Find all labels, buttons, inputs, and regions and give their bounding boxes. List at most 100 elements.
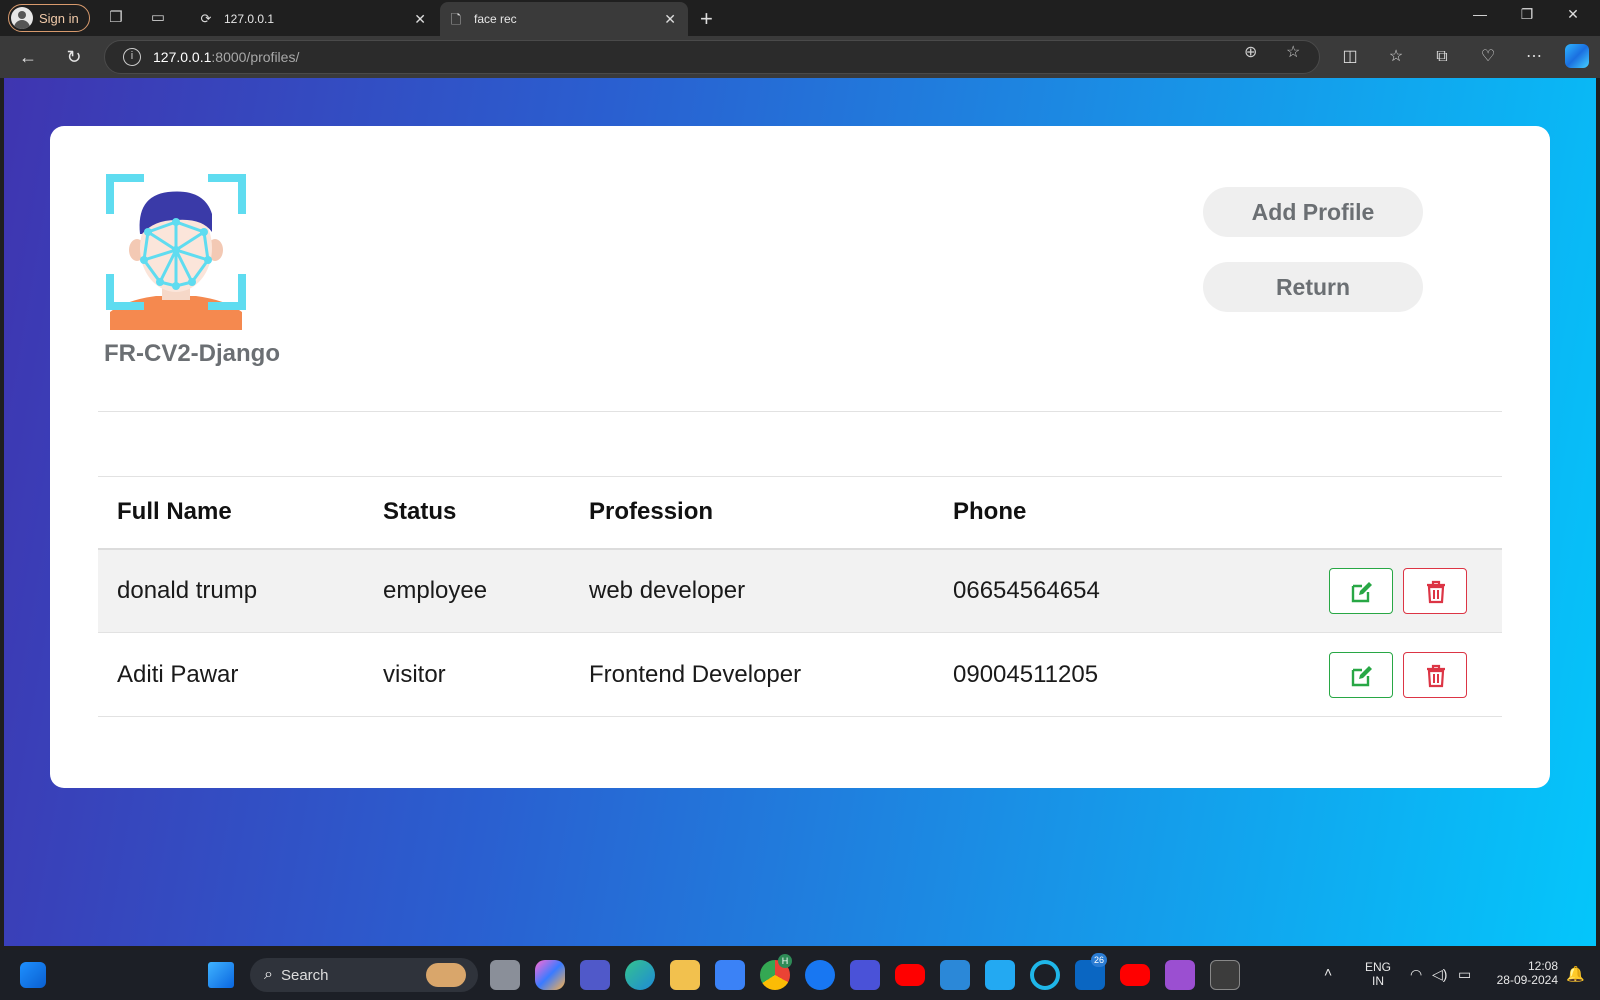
trash-icon	[1427, 664, 1445, 687]
edit-icon	[1351, 665, 1372, 686]
close-tab-icon[interactable]: ✕	[664, 11, 676, 28]
favorites-icon[interactable]: ☆	[1384, 45, 1408, 69]
url-path: :8000/profiles/	[211, 49, 300, 65]
clock-date: 28-09-2024	[1496, 973, 1558, 987]
browser-toolbar: ← ↻ i 127.0.0.1:8000/profiles/ ⊕ ☆ ◫ ☆ ⧉…	[0, 36, 1600, 78]
battery-icon[interactable]: ▭	[1458, 966, 1471, 983]
microsoft-store-icon[interactable]	[715, 960, 745, 990]
visual-studio-icon[interactable]	[1165, 960, 1195, 990]
search-highlight-icon	[426, 963, 466, 987]
mathway-icon[interactable]	[850, 960, 880, 990]
more-menu-icon[interactable]: ⋯	[1522, 45, 1546, 69]
add-profile-button[interactable]: Add Profile	[1203, 187, 1423, 237]
back-icon[interactable]: ←	[16, 45, 40, 69]
collections-icon[interactable]: ⧉	[1430, 45, 1454, 69]
sign-in-button[interactable]: Sign in	[8, 4, 90, 32]
facebook-icon[interactable]	[805, 960, 835, 990]
face-recognition-logo-icon	[106, 174, 246, 330]
profiles-card: FR-CV2-Django Add Profile Return Full Na…	[50, 126, 1550, 788]
browser-tab-bar: Sign in ❒ ▭ ⟳ 127.0.0.1 ✕ 🗋 face rec ✕ +…	[0, 0, 1600, 36]
windows-taskbar: ⌕ Search H 26 ˄ ENG IN ◠ ◁) ▭ 12:08 28-0…	[0, 950, 1600, 1000]
file-explorer-icon[interactable]	[670, 960, 700, 990]
return-button[interactable]: Return	[1203, 262, 1423, 312]
cell-name: donald trump	[117, 576, 258, 604]
section-divider	[98, 411, 1502, 412]
taskbar-search[interactable]: ⌕ Search	[250, 958, 478, 992]
workspaces-icon[interactable]: ❒	[106, 8, 126, 28]
browser-essentials-icon[interactable]: ♡	[1476, 45, 1500, 69]
header-status: Status	[383, 498, 457, 526]
profile-avatar-icon	[11, 7, 33, 29]
chrome-icon[interactable]: H	[760, 954, 792, 990]
header-profession: Profession	[589, 498, 714, 526]
tab-actions-icon[interactable]: ▭	[148, 8, 168, 28]
close-window-icon[interactable]: ✕	[1558, 6, 1588, 23]
terminal-icon[interactable]	[1210, 960, 1240, 990]
new-tab-icon[interactable]: +	[700, 6, 713, 32]
tab-title: 127.0.0.1	[224, 12, 275, 26]
linkedin-notification-badge: 26	[1091, 953, 1108, 967]
region-code: IN	[1372, 974, 1384, 988]
delete-button[interactable]	[1403, 567, 1467, 614]
linkedin-icon[interactable]: 26	[1075, 953, 1108, 990]
cell-status: employee	[383, 576, 488, 604]
taskbar-search-label: Search	[280, 966, 329, 984]
refresh-icon[interactable]: ↻	[62, 45, 86, 69]
restore-icon[interactable]: ❐	[1512, 6, 1542, 23]
clock-time: 12:08	[1527, 959, 1558, 973]
copilot-app-icon[interactable]	[535, 960, 565, 990]
teams-icon[interactable]	[580, 960, 610, 990]
task-view-icon[interactable]	[490, 960, 520, 990]
favorite-star-icon[interactable]: ☆	[1286, 42, 1300, 62]
alexa-icon[interactable]	[1030, 960, 1060, 990]
edit-button[interactable]	[1329, 567, 1393, 614]
sign-in-label: Sign in	[39, 10, 79, 26]
clock[interactable]: 12:08 28-09-2024	[1488, 959, 1558, 987]
wifi-icon[interactable]: ◠	[1410, 966, 1422, 983]
header-full-name: Full Name	[117, 498, 232, 526]
tab-localhost[interactable]: ⟳ 127.0.0.1 ✕	[190, 2, 438, 36]
page-viewport: FR-CV2-Django Add Profile Return Full Na…	[4, 78, 1596, 946]
copilot-icon[interactable]	[1565, 44, 1589, 68]
close-tab-icon[interactable]: ✕	[414, 11, 426, 28]
cell-name: Aditi Pawar	[117, 660, 239, 688]
cell-phone: 09004511205	[953, 660, 1099, 688]
tab-title: face rec	[474, 12, 517, 26]
minimize-icon[interactable]: —	[1465, 6, 1495, 22]
edge-icon[interactable]	[625, 960, 655, 990]
address-bar[interactable]: i 127.0.0.1:8000/profiles/	[104, 40, 1320, 74]
trash-icon	[1427, 580, 1445, 603]
chrome-profile-badge: H	[778, 954, 792, 968]
delete-button[interactable]	[1403, 651, 1467, 698]
widgets-icon[interactable]	[20, 962, 46, 988]
edit-icon	[1351, 581, 1372, 602]
language-code: ENG	[1364, 960, 1391, 974]
vscode-icon[interactable]	[985, 960, 1015, 990]
header-phone: Phone	[953, 498, 1027, 526]
edit-button[interactable]	[1329, 651, 1393, 698]
zoom-icon[interactable]: ⊕	[1244, 42, 1257, 62]
todo-icon[interactable]	[940, 960, 970, 990]
split-screen-icon[interactable]: ◫	[1338, 45, 1362, 69]
cell-profession: web developer	[589, 576, 746, 604]
header-actions	[1248, 477, 1502, 549]
site-info-icon[interactable]: i	[123, 48, 141, 66]
language-indicator[interactable]: ENG IN	[1360, 960, 1396, 988]
start-windows-icon[interactable]	[208, 962, 234, 988]
table-header-row: Full Name Status Profession Phone	[98, 476, 1502, 549]
table-row: Aditi Pawar visitor Frontend Developer 0…	[98, 633, 1502, 717]
cell-actions	[1248, 549, 1502, 633]
table-row: donald trump employee web developer 0665…	[98, 548, 1502, 633]
tray-overflow-icon[interactable]: ˄	[1324, 964, 1332, 980]
url-host: 127.0.0.1	[153, 49, 212, 65]
cell-actions	[1248, 633, 1502, 717]
tab-face-rec[interactable]: 🗋 face rec ✕	[440, 2, 688, 36]
volume-icon[interactable]: ◁)	[1432, 966, 1447, 983]
youtube-icon[interactable]	[1120, 964, 1150, 986]
youtube-icon[interactable]	[895, 964, 925, 986]
notification-bell-icon[interactable]: 🔔	[1566, 965, 1585, 983]
profiles-table: Full Name Status Profession Phone donald…	[98, 476, 1502, 717]
page-loading-icon: ⟳	[200, 11, 212, 26]
brand-name: FR-CV2-Django	[104, 340, 280, 367]
document-icon: 🗋	[450, 12, 462, 27]
